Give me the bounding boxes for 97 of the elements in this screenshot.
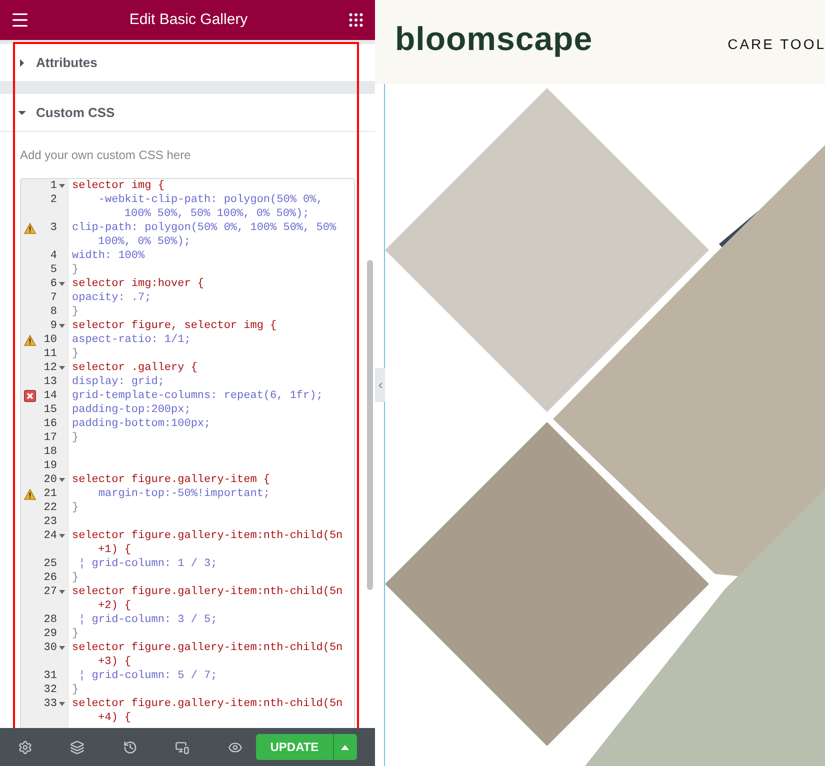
code-line: ¦ grid-column: 5 / 7;: [78, 670, 218, 682]
code-line: width: 100%: [72, 250, 145, 262]
code-line: opacity: .7;: [72, 292, 152, 304]
code-line: selector img {: [72, 180, 164, 192]
code-line: +3) {: [98, 656, 132, 668]
code-line: }: [72, 432, 79, 444]
line-number: 22: [42, 500, 57, 516]
code-line: +1) {: [98, 544, 132, 556]
code-line: 100% 50%, 50% 100%, 0% 50%);: [123, 208, 310, 220]
caret-up-icon: [341, 744, 350, 750]
grid-icon[interactable]: [347, 11, 365, 29]
code-line: }: [72, 572, 79, 584]
caret-up-button[interactable]: [332, 734, 357, 760]
line-number: 29: [42, 626, 57, 642]
line-number: 27: [42, 584, 57, 600]
collapse-handle[interactable]: [375, 368, 385, 402]
line-number: 8: [49, 304, 57, 320]
section-description: Add your own custom CSS here: [20, 147, 192, 164]
fold-caret-icon[interactable]: [59, 646, 65, 650]
line-number: 19: [42, 458, 57, 474]
preview-icon[interactable]: [228, 740, 242, 754]
fold-caret-icon[interactable]: [59, 184, 65, 188]
line-number: 11: [42, 346, 57, 362]
fold-caret-icon[interactable]: [59, 324, 65, 328]
code-line: -webkit-clip-path: polygon(50% 0%,: [97, 194, 323, 206]
code-line: }: [72, 348, 79, 360]
layers-icon[interactable]: [70, 740, 85, 754]
line-number: 26: [42, 570, 57, 586]
code-line: selector .gallery {: [72, 362, 198, 374]
line-number: 16: [42, 416, 57, 432]
line-number: 7: [49, 290, 57, 306]
line-number: 30: [42, 640, 57, 656]
line-number: 18: [42, 444, 57, 460]
line-number: 1: [49, 179, 57, 194]
settings-icon[interactable]: [18, 740, 32, 754]
code-line: padding-bottom:100px;: [72, 418, 211, 430]
fold-caret-icon[interactable]: [59, 478, 65, 482]
code-line: grid-template-columns: repeat(6, 1fr);: [72, 390, 323, 402]
code-line: selector figure.gallery-item:nth-child(5n: [72, 642, 343, 654]
code-line: selector figure.gallery-item:nth-child(5n: [72, 530, 343, 542]
code-line: }: [72, 306, 79, 318]
code-line: ¦ grid-column: 3 / 5;: [78, 614, 218, 626]
line-number: 12: [42, 360, 57, 376]
code-line: }: [72, 502, 79, 514]
panel-title: Edit Basic Gallery: [128, 10, 249, 30]
line-number: 10: [42, 332, 57, 348]
history-icon[interactable]: [122, 740, 138, 754]
line-number: 28: [42, 612, 57, 628]
fold-caret-icon[interactable]: [59, 282, 65, 286]
code-line: padding-top:200px;: [72, 404, 191, 416]
responsive-icon[interactable]: [175, 740, 190, 754]
line-number: 32: [42, 682, 57, 698]
fold-caret-icon[interactable]: [59, 590, 65, 594]
code-line: 100%, 0% 50%);: [98, 236, 190, 248]
section-header[interactable]: Attributes: [0, 44, 375, 82]
code-line: selector figure, selector img {: [72, 320, 277, 332]
fold-caret-icon[interactable]: [59, 534, 65, 538]
line-number: 20: [42, 472, 57, 488]
code-line: aspect-ratio: 1/1;: [72, 334, 191, 346]
code-line: selector figure.gallery-item:nth-child(5n: [72, 586, 343, 598]
code-line: selector img:hover {: [72, 278, 204, 290]
line-number: 33: [42, 696, 57, 712]
code-line: }: [72, 628, 79, 640]
code-line: display: grid;: [72, 376, 164, 388]
fold-caret-icon[interactable]: [59, 366, 65, 370]
line-number: 5: [49, 262, 57, 278]
line-number: 9: [49, 318, 57, 334]
line-number: 15: [42, 402, 57, 418]
fold-caret-icon[interactable]: [59, 702, 65, 706]
site-logo[interactable]: bloomscape: [395, 14, 593, 64]
code-line: margin-top:-50%!important;: [97, 488, 270, 500]
line-number: 6: [49, 276, 57, 292]
line-number: 23: [42, 514, 57, 530]
line-number: 25: [42, 556, 57, 572]
code-line: +4) {: [98, 712, 132, 724]
line-number: 13: [42, 374, 57, 390]
code-line: selector figure.gallery-item {: [72, 474, 270, 486]
code-line: }: [72, 264, 79, 276]
line-number: 4: [49, 248, 57, 264]
code-line: }: [72, 684, 79, 696]
code-line: ¦ grid-column: 1 / 3;: [78, 558, 218, 570]
section-header[interactable]: Custom CSS: [0, 94, 375, 132]
line-number: 14: [42, 388, 57, 404]
line-number: 2: [49, 192, 57, 208]
line-number: 17: [42, 430, 57, 446]
caret-right-icon: [18, 58, 26, 66]
line-number: 3: [49, 220, 57, 236]
line-number: 21: [42, 486, 57, 502]
caret-down-icon: [18, 108, 26, 116]
line-number: 31: [42, 668, 57, 684]
scrollbar[interactable]: [367, 260, 373, 590]
nav-link[interactable]: CARE TOOL: [728, 34, 825, 55]
code-line: selector figure.gallery-item:nth-child(5n: [72, 698, 343, 710]
code-line: +2) {: [98, 600, 132, 612]
code-editor[interactable]: [20, 178, 355, 728]
line-number: 24: [42, 528, 57, 544]
code-line: clip-path: polygon(50% 0%, 100% 50%, 50%: [72, 222, 336, 234]
